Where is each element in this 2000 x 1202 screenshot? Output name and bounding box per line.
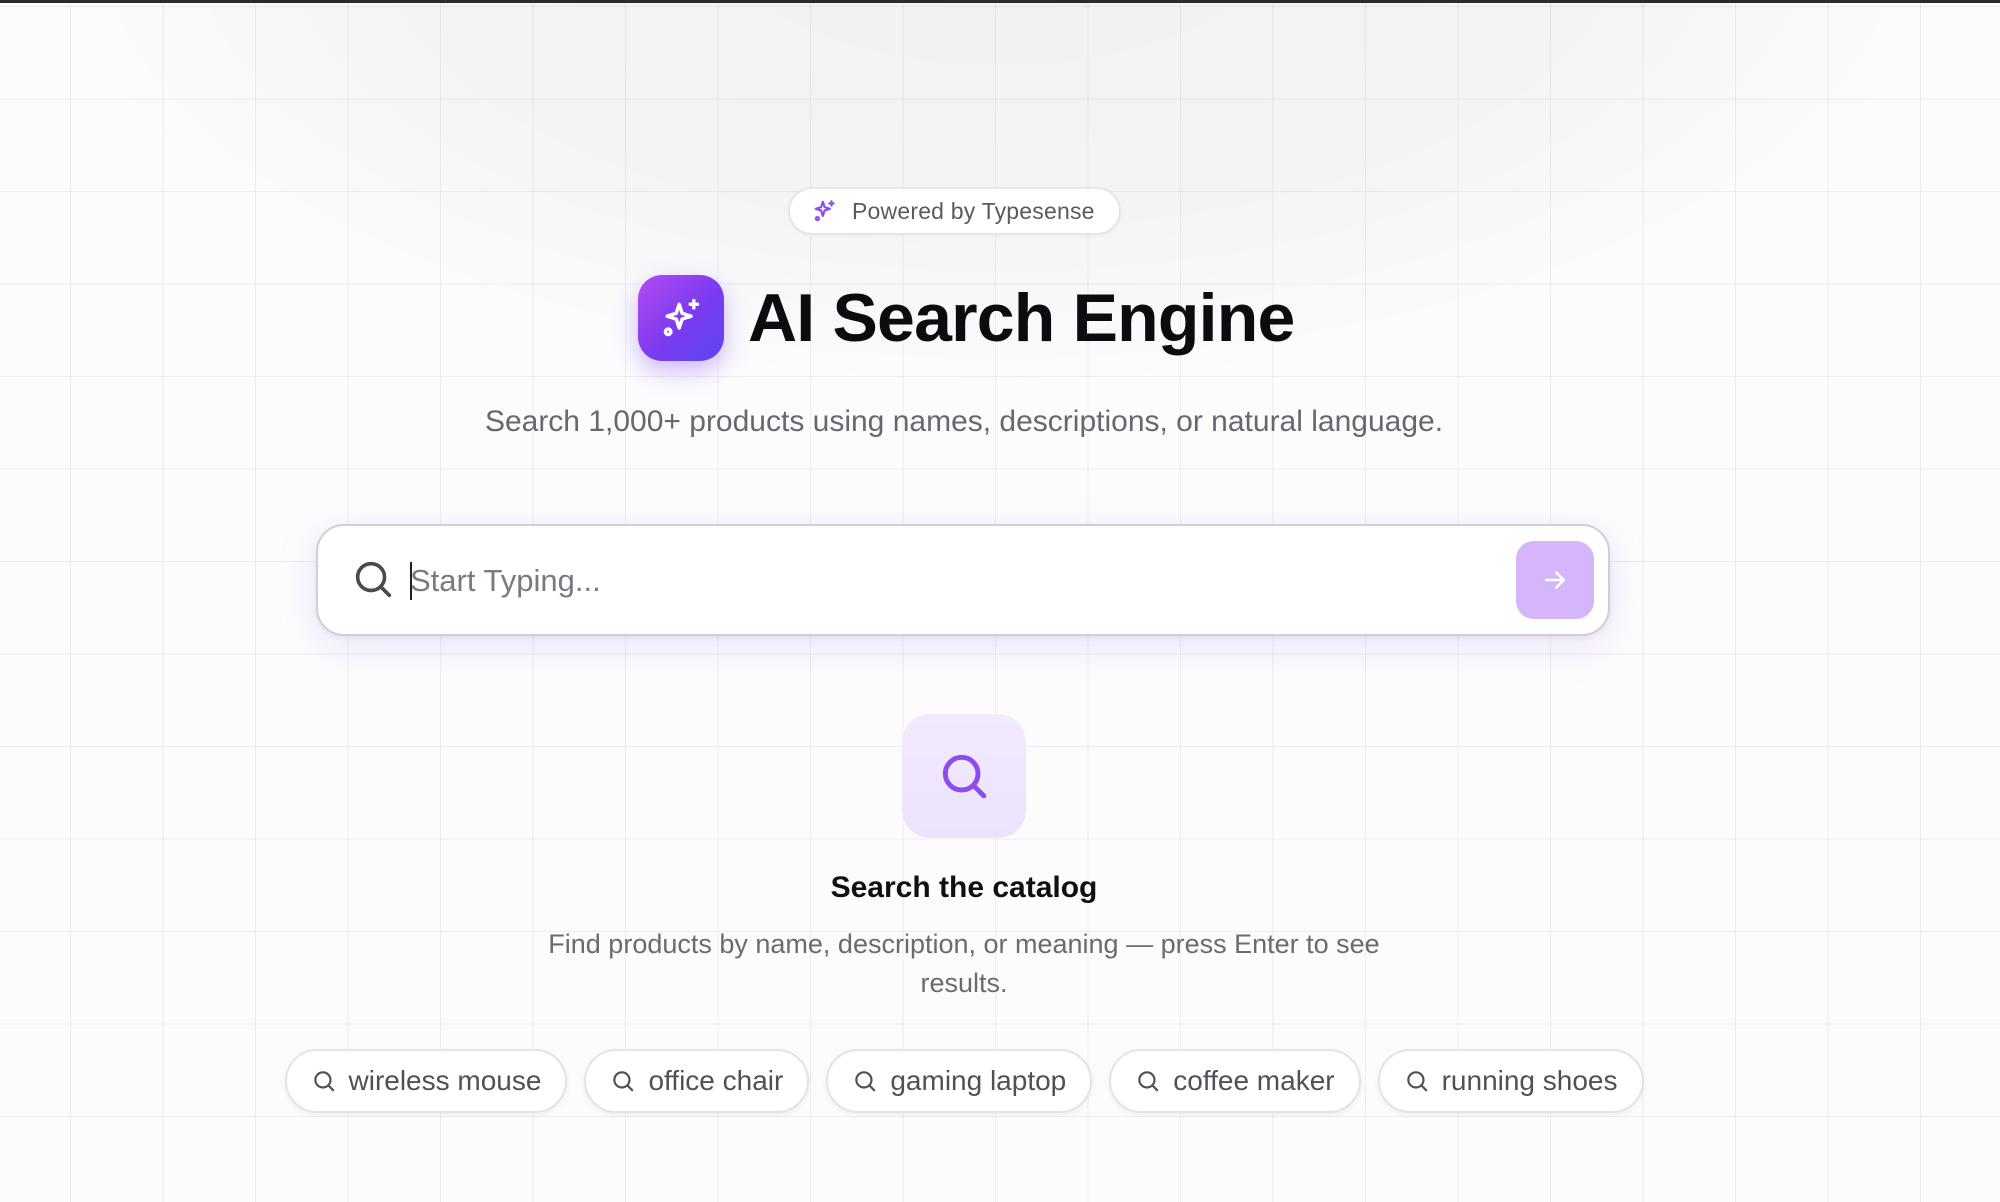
search-icon	[610, 1068, 636, 1094]
page: Powered by Typesense AI Search Engine Se…	[0, 0, 2000, 1202]
search-bar	[316, 524, 1610, 636]
search-icon	[350, 556, 396, 602]
suggestion-label: running shoes	[1441, 1065, 1618, 1096]
title-row: AI Search Engine	[638, 275, 1295, 361]
suggestion-chips: wireless mouse office chair gaming lapto…	[0, 1049, 1928, 1113]
suggestion-label: wireless mouse	[348, 1065, 542, 1096]
search-icon	[936, 748, 992, 804]
empty-state-title: Search the catalog	[830, 871, 1098, 904]
suggestion-chip[interactable]: coffee maker	[1109, 1049, 1361, 1113]
search-icon	[311, 1068, 337, 1094]
search-submit-button[interactable]	[1516, 541, 1594, 619]
sparkles-icon	[812, 198, 838, 224]
sparkles-icon	[659, 296, 703, 340]
search-icon	[1135, 1068, 1161, 1094]
arrow-right-icon	[1540, 565, 1570, 595]
suggestion-label: gaming laptop	[890, 1065, 1067, 1096]
search-icon	[852, 1068, 878, 1094]
search-input[interactable]	[408, 548, 1412, 614]
app-logo	[638, 275, 724, 361]
suggestion-chip[interactable]: running shoes	[1377, 1049, 1644, 1113]
main-content: Powered by Typesense AI Search Engine Se…	[0, 3, 1928, 1202]
empty-state-description: Find products by name, description, or m…	[548, 929, 1380, 998]
page-subtitle: Search 1,000+ products using names, desc…	[484, 405, 1444, 438]
suggestion-label: coffee maker	[1173, 1065, 1335, 1096]
search-icon	[1404, 1068, 1430, 1094]
suggestion-chip[interactable]: office chair	[584, 1049, 810, 1113]
powered-by-badge: Powered by Typesense	[788, 187, 1121, 235]
page-title: AI Search Engine	[748, 280, 1295, 356]
text-cursor	[410, 562, 412, 600]
badge-text: Powered by Typesense	[852, 197, 1095, 224]
suggestion-chip[interactable]: wireless mouse	[284, 1049, 568, 1113]
suggestion-chip[interactable]: gaming laptop	[826, 1049, 1093, 1113]
empty-state-illustration	[902, 714, 1026, 838]
suggestion-label: office chair	[648, 1065, 784, 1096]
